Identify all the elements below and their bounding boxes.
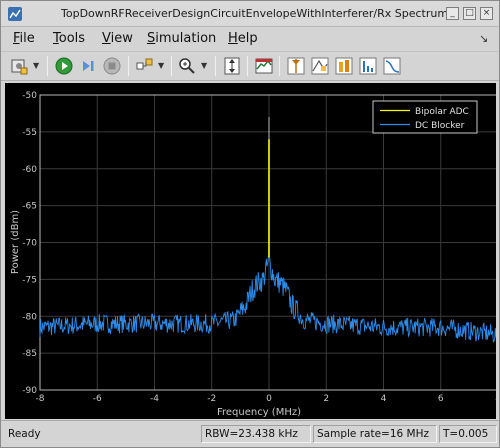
step-forward-icon[interactable] xyxy=(78,56,98,76)
y-tick-label: -85 xyxy=(22,349,37,359)
menu-tools[interactable]: Tools xyxy=(53,31,85,46)
menu-help[interactable]: Help xyxy=(228,31,258,46)
legend-label-bipolar-adc: Bipolar ADC xyxy=(415,107,469,117)
cursor-measurements-icon[interactable] xyxy=(286,56,306,76)
x-tick-label: -2 xyxy=(207,394,216,404)
zoom-dropdown-icon[interactable]: ▼ xyxy=(201,61,207,70)
highlight-block-icon[interactable] xyxy=(135,56,155,76)
run-icon[interactable] xyxy=(54,56,74,76)
y-tick-label: -60 xyxy=(22,165,37,175)
y-tick-label: -75 xyxy=(22,275,37,285)
status-rbw: RBW=23.438 kHz xyxy=(201,425,311,443)
x-axis-label: Frequency (MHz) xyxy=(217,407,301,418)
configure-dropdown-icon[interactable]: ▼ xyxy=(33,61,39,70)
status-ready: Ready xyxy=(8,428,41,440)
dock-arrow-icon[interactable]: ↘ xyxy=(479,32,488,45)
toolbar-separator xyxy=(247,56,248,76)
toolbar-separator xyxy=(215,56,216,76)
minimize-button[interactable]: _ xyxy=(446,7,459,20)
legend-label-dc-blocker: DC Blocker xyxy=(415,121,465,131)
window-title: TopDownRFReceiverDesignCircuitEnvelopeWi… xyxy=(61,7,449,20)
toolbar-separator xyxy=(128,56,129,76)
x-tick-label: -4 xyxy=(150,394,159,404)
y-tick-label: -90 xyxy=(22,386,37,396)
x-tick-label: 6 xyxy=(438,394,444,404)
ccdf-icon[interactable] xyxy=(382,56,402,76)
grid-lines xyxy=(39,94,496,391)
menu-file[interactable]: File xyxy=(13,31,35,46)
toolbar-separator xyxy=(47,56,48,76)
menu-simulation[interactable]: Simulation xyxy=(147,31,216,46)
x-tick-label: 8 xyxy=(495,394,496,404)
zoom-icon[interactable] xyxy=(177,56,197,76)
matlab-app-icon xyxy=(8,7,22,21)
stop-icon[interactable] xyxy=(102,56,122,76)
spectrum-analyzer-window: TopDownRFReceiverDesignCircuitEnvelopeWi… xyxy=(0,0,500,448)
tick-labels: -8-6-4-202468-50-55-60-65-70-75-80-85-90 xyxy=(22,91,496,404)
autoscale-icon[interactable] xyxy=(222,56,242,76)
toolbar-separator xyxy=(171,56,172,76)
y-tick-label: -50 xyxy=(22,91,37,101)
x-tick-label: 0 xyxy=(266,394,272,404)
x-tick-label: 4 xyxy=(381,394,387,404)
status-time: T=0.005 xyxy=(439,425,497,443)
close-button[interactable]: × xyxy=(480,7,493,20)
data-series xyxy=(39,117,496,344)
spectrum-plot[interactable]: -8-6-4-202468-50-55-60-65-70-75-80-85-90… xyxy=(5,83,496,419)
series-dc-blocker-line xyxy=(39,255,496,344)
maximize-button[interactable]: □ xyxy=(463,7,476,20)
x-tick-label: 2 xyxy=(323,394,329,404)
toolbar-separator xyxy=(279,56,280,76)
y-tick-label: -80 xyxy=(22,312,37,322)
configure-icon[interactable] xyxy=(9,56,29,76)
highlight-dropdown-icon[interactable]: ▼ xyxy=(158,61,164,70)
menu-view[interactable]: View xyxy=(102,31,133,46)
channel-measurements-icon[interactable] xyxy=(334,56,354,76)
status-sample-rate: Sample rate=16 MHz xyxy=(313,425,437,443)
y-tick-label: -70 xyxy=(22,239,37,249)
x-tick-label: -6 xyxy=(93,394,102,404)
y-tick-label: -55 xyxy=(22,128,37,138)
y-axis-label: Power (dBm) xyxy=(10,210,21,274)
spectrum-settings-icon[interactable] xyxy=(254,56,274,76)
distortion-measurements-icon[interactable] xyxy=(358,56,378,76)
peak-finder-icon[interactable] xyxy=(310,56,330,76)
legend[interactable]: Bipolar ADC DC Blocker xyxy=(372,100,478,134)
toolbar: ▼ ▼ ▼ xyxy=(1,51,499,81)
menu-bar: File Tools View Simulation Help ↘ xyxy=(1,27,499,51)
title-bar[interactable]: TopDownRFReceiverDesignCircuitEnvelopeWi… xyxy=(1,1,499,27)
y-tick-label: -65 xyxy=(22,202,37,212)
status-bar: Ready RBW=23.438 kHz Sample rate=16 MHz … xyxy=(1,420,499,447)
